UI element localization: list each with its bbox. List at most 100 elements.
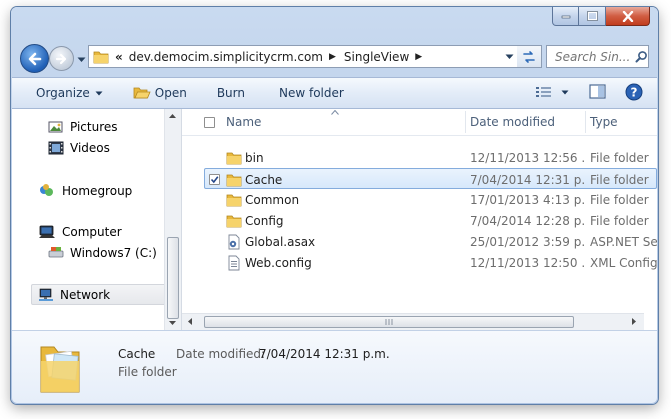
address-history-dropdown-icon[interactable]: [505, 54, 514, 60]
search-input[interactable]: [553, 48, 635, 65]
chevron-down-icon[interactable]: [561, 90, 569, 95]
burn-label: Burn: [216, 86, 245, 100]
column-header-row: Name Date modified Type: [182, 109, 657, 136]
refresh-icon: [523, 50, 535, 63]
file-type: File folder: [590, 192, 649, 207]
refresh-button[interactable]: [517, 45, 542, 68]
nav-item-computer[interactable]: Computer: [38, 222, 122, 242]
file-date: 17/01/2013 4:13 p...: [470, 192, 584, 207]
column-header-date-modified[interactable]: Date modified: [470, 109, 583, 135]
table-row[interactable]: Global.asax 25/01/2012 3:59 p... ASP.NET…: [182, 231, 657, 252]
view-options-icon[interactable]: [535, 85, 553, 99]
column-header-label: Type: [590, 115, 618, 129]
nav-item-label: Windows7 (C:): [70, 246, 157, 260]
details-pane: Cache File folder Date modified: 7/04/20…: [12, 330, 657, 403]
file-type: File folder: [590, 150, 649, 165]
arrow-right-icon: [55, 53, 66, 64]
new-folder-button[interactable]: New folder: [271, 82, 352, 104]
arrow-left-icon: [28, 52, 41, 65]
file-name: Config: [245, 213, 284, 228]
horizontal-scroll-thumb[interactable]: [204, 316, 574, 328]
nav-item-label: Videos: [70, 141, 110, 155]
folder-icon: [226, 147, 242, 168]
folder-large-icon: [40, 346, 80, 393]
column-header-type[interactable]: Type: [590, 109, 657, 135]
column-separator[interactable]: [585, 111, 586, 133]
organize-button[interactable]: Organize: [28, 82, 111, 104]
asax-file-icon: [226, 231, 242, 252]
column-header-label: Date modified: [470, 115, 556, 129]
scroll-left-icon[interactable]: [185, 314, 195, 329]
close-button[interactable]: [606, 7, 650, 26]
table-row[interactable]: Common 17/01/2013 4:13 p... File folder: [182, 189, 657, 210]
checkbox-checked[interactable]: [209, 174, 220, 185]
burn-button[interactable]: Burn: [209, 82, 253, 104]
file-name: bin: [245, 150, 264, 165]
file-type: XML Configu: [590, 255, 657, 270]
column-header-label: Name: [226, 115, 262, 129]
folder-open-icon: [133, 87, 151, 99]
breadcrumb-item[interactable]: dev.democim.simplicitycrm.com: [125, 46, 327, 67]
open-button[interactable]: Open: [125, 82, 195, 104]
nav-item-label: Pictures: [70, 120, 118, 134]
nav-item-network[interactable]: Network: [31, 284, 170, 305]
view-controls: ?: [535, 83, 643, 101]
minimize-button[interactable]: [552, 7, 579, 26]
new-folder-label: New folder: [279, 86, 344, 100]
file-name: Cache: [245, 172, 283, 187]
select-all-checkbox[interactable]: [204, 109, 215, 135]
breadcrumb-arrow-icon[interactable]: ▶: [413, 52, 426, 62]
nav-item-homegroup[interactable]: Homegroup: [38, 181, 132, 201]
details-item-kind: File folder: [118, 365, 177, 379]
content-area: Pictures Videos Homegroup Computer Windo…: [12, 109, 657, 330]
homegroup-icon: [40, 184, 53, 196]
nav-item-windows7-drive[interactable]: Windows7 (C:): [48, 243, 157, 263]
nav-item-label: Homegroup: [62, 184, 133, 198]
table-row-selected[interactable]: Cache 7/04/2014 12:31 p.... File folder: [204, 168, 657, 189]
file-date: 12/11/2013 12:56 ...: [470, 150, 584, 165]
scroll-right-icon[interactable]: [629, 314, 639, 329]
maximize-icon: [586, 11, 598, 21]
preview-pane-icon[interactable]: [589, 84, 607, 100]
scroll-down-icon[interactable]: [165, 318, 180, 328]
nav-item-pictures[interactable]: Pictures: [48, 117, 118, 137]
grip-icon: [385, 319, 393, 325]
table-row[interactable]: bin 12/11/2013 12:56 ... File folder: [182, 147, 657, 168]
column-separator[interactable]: [465, 111, 466, 133]
svg-text:?: ?: [631, 86, 638, 100]
details-item-name: Cache: [118, 347, 156, 361]
file-type: File folder: [590, 213, 649, 228]
navigation-pane: Pictures Videos Homegroup Computer Windo…: [12, 109, 170, 330]
table-row[interactable]: Config 7/04/2014 12:28 p.... File folder: [182, 210, 657, 231]
file-list-horizontal-scrollbar[interactable]: [182, 313, 644, 330]
nav-scroll-thumb[interactable]: [167, 237, 179, 319]
pictures-icon: [48, 121, 63, 133]
maximize-button[interactable]: [579, 7, 606, 26]
nav-item-label: Network: [60, 287, 111, 302]
minimize-icon: [561, 15, 570, 19]
chevron-down-icon: [77, 57, 86, 62]
back-button[interactable]: [20, 44, 49, 73]
file-date: 25/01/2012 3:59 p...: [470, 234, 584, 249]
chevron-down-icon: [95, 91, 103, 95]
breadcrumb-item[interactable]: SingleView: [340, 46, 413, 67]
table-row[interactable]: Web.config 12/11/2013 12:50 ... XML Conf…: [182, 252, 657, 273]
nav-item-videos[interactable]: Videos: [48, 138, 110, 158]
file-type: ASP.NET Serv: [590, 234, 657, 249]
checkbox[interactable]: [204, 116, 215, 128]
breadcrumb-arrow-icon[interactable]: ▶: [327, 52, 340, 62]
recent-pages-dropdown[interactable]: [77, 52, 86, 66]
address-overflow[interactable]: «: [109, 46, 125, 67]
row-checkbox[interactable]: [209, 169, 220, 190]
forward-button[interactable]: [49, 46, 74, 71]
command-bar: Organize Open Burn New folder ?: [12, 77, 657, 109]
check-icon: [210, 176, 219, 184]
search-icon[interactable]: [635, 50, 648, 63]
nav-pane-scrollbar[interactable]: [164, 109, 181, 330]
computer-icon: [39, 225, 55, 238]
help-icon[interactable]: ?: [625, 83, 643, 101]
scroll-up-icon[interactable]: [165, 111, 180, 121]
address-bar[interactable]: « dev.democim.simplicitycrm.com ▶ Single…: [88, 45, 521, 68]
network-icon: [39, 288, 53, 301]
column-header-name[interactable]: Name: [226, 109, 462, 135]
